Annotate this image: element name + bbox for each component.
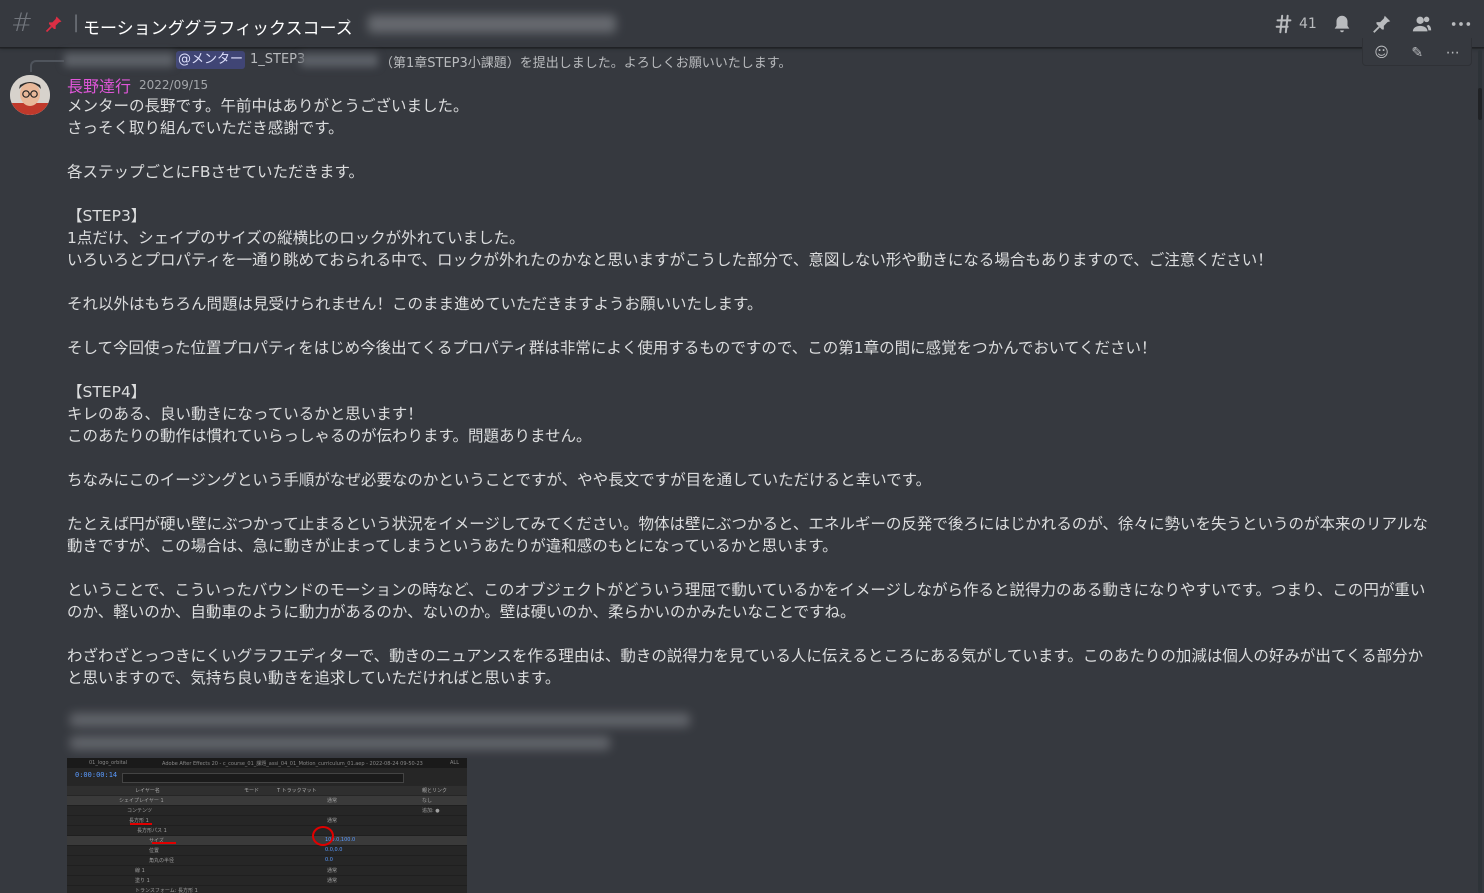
ae-tab-bar: 01_logo_orbital Adobe After Effects 20 -… bbox=[67, 758, 467, 768]
ae-layer-mode: 通常 bbox=[327, 868, 338, 874]
threads-count: 41 bbox=[1299, 16, 1317, 32]
message-line: わざわざとっつきにくいグラフエディターで、動きのニュアンスを作る理由は、動きの説… bbox=[67, 647, 1424, 687]
message-timestamp: 2022/09/15 bbox=[139, 78, 209, 92]
add-reaction-icon[interactable]: ☺ bbox=[1374, 45, 1389, 61]
message-line: このあたりの動作は慣れていらっしゃるのが伝わります。問題ありません。 bbox=[67, 427, 592, 445]
bell-icon[interactable] bbox=[1331, 13, 1353, 35]
ae-layer-name: 角丸の半径 bbox=[149, 858, 175, 864]
ae-layer-row: 長方形 1 通常 bbox=[67, 816, 467, 826]
message-content: メンターの長野です。午前中はありがとうございました。 さっそく取り組んでいただき感… bbox=[67, 95, 1437, 689]
message-line: 1点だけ、シェイプのサイズの縦横比のロックが外れていました。 bbox=[67, 229, 525, 247]
ae-layer-row: サイズ 100.0,100.0 bbox=[67, 836, 467, 846]
message-line: さっそく取り組んでいただき感謝です。 bbox=[67, 119, 344, 137]
attachment-image[interactable]: 01_logo_orbital Adobe After Effects 20 -… bbox=[67, 758, 467, 893]
ae-layer-name: コンテンツ bbox=[127, 808, 153, 814]
ae-layer-row: 位置 0.0,0.0 bbox=[67, 846, 467, 856]
pin-icon bbox=[45, 16, 62, 33]
annotation-circle bbox=[312, 826, 334, 846]
message-line: それ以外はもちろん問題は見受けられません！このまま進めていただきますようお願いい… bbox=[67, 295, 763, 313]
threads-button[interactable]: 41 bbox=[1273, 13, 1317, 35]
message-line: ちなみにこのイージングという手順がなぜ必要なのかということですが、やや長文ですが… bbox=[67, 471, 932, 489]
ae-col-track: T トラックマット bbox=[277, 788, 317, 794]
header-divider: | bbox=[73, 12, 80, 33]
ae-col-parent: 親とリンク bbox=[422, 788, 448, 794]
ae-col-mode: モード bbox=[244, 788, 260, 794]
ae-layer-row: コンテンツ 追加: ● bbox=[67, 806, 467, 816]
more-options-icon[interactable]: ⋯ bbox=[1446, 45, 1460, 61]
ae-layer-parent: 追加: ● bbox=[422, 808, 440, 814]
ae-tab: 01_logo_orbital bbox=[89, 760, 128, 766]
message-author[interactable]: 長野達行 bbox=[67, 73, 131, 97]
ae-layer-row: シェイプレイヤー 1 通常 なし bbox=[67, 796, 467, 806]
ae-layer-name: 塗り 1 bbox=[135, 878, 150, 884]
reply-text-suffix[interactable]: （第1章STEP3小課題）を提出しました。よろしくお願いいたします。 bbox=[380, 52, 792, 71]
ae-layer-parent: なし bbox=[422, 798, 433, 804]
ae-tab: ALL bbox=[450, 760, 459, 766]
ae-layer-mode: 通常 bbox=[327, 878, 338, 884]
ae-layer-mode: 0.0,0.0 bbox=[325, 847, 343, 853]
message-line: たとえば円が硬い壁にぶつかって止まるという状況をイメージしてみてください。物体は… bbox=[67, 515, 1428, 555]
ae-tab: Adobe After Effects 20 - c_course_01_課題_… bbox=[162, 761, 423, 767]
threads-icon bbox=[1275, 14, 1292, 34]
members-icon[interactable] bbox=[1410, 13, 1434, 35]
ae-col-layer: レイヤー名 bbox=[135, 788, 160, 794]
ae-layer-name: 長方形パス 1 bbox=[137, 828, 167, 834]
ae-layer-name: トランスフォーム: 長方形 1 bbox=[135, 888, 198, 893]
message-action-bar[interactable]: ☺ ✎ ⋯ bbox=[1362, 38, 1472, 66]
reply-mention[interactable]: @メンター bbox=[176, 51, 246, 69]
scrollbar-thumb[interactable] bbox=[1478, 88, 1482, 120]
message-line: 【STEP3】 bbox=[67, 207, 147, 225]
annotation-underline bbox=[152, 842, 176, 844]
ae-layer-mode: 通常 bbox=[327, 818, 338, 824]
message-line: 各ステップごとにFBさせていただきます。 bbox=[67, 163, 365, 181]
reply-spine bbox=[30, 60, 64, 72]
edit-icon[interactable]: ✎ bbox=[1411, 45, 1423, 61]
channel-topic-blurred bbox=[368, 15, 616, 33]
ae-layer-rows: シェイプレイヤー 1 通常 なしコンテンツ 追加: ● 長方形 1 通常長方形パス 1 サイ… bbox=[67, 796, 467, 893]
message-line: いろいろとプロパティを一通り眺めておられる中で、ロックが外れたのかなと思いますが… bbox=[67, 251, 1273, 269]
reply-author-blurred bbox=[64, 53, 174, 67]
message-line: キレのある、良い動きになっているかと思います！ bbox=[67, 405, 423, 423]
ae-search-field bbox=[122, 773, 404, 783]
hashtag-icon: # bbox=[11, 8, 33, 38]
ae-layer-name: 位置 bbox=[149, 848, 160, 854]
blurred-text-line bbox=[70, 736, 610, 750]
ae-layer-row: 長方形パス 1 bbox=[67, 826, 467, 836]
message-line: そして今回使った位置プロパティをはじめ今後出てくるプロパティ群は非常によく使用す… bbox=[67, 339, 1157, 357]
annotation-underline bbox=[130, 823, 152, 825]
pin-header-icon[interactable] bbox=[1371, 13, 1393, 35]
blurred-text-line bbox=[70, 713, 690, 727]
reply-text-prefix[interactable]: 1_STEP3 bbox=[250, 52, 305, 67]
ae-layer-name: 線 1 bbox=[135, 868, 145, 874]
channel-name[interactable]: モーションググラフィックスコース bbox=[83, 14, 353, 39]
ae-layer-row: 角丸の半径 0.0 bbox=[67, 856, 467, 866]
ae-layer-mode: 0.0 bbox=[325, 857, 333, 863]
ae-column-header: レイヤー名 モード T トラックマット 親とリンク bbox=[67, 786, 467, 795]
chevron-right-icon[interactable]: › bbox=[346, 14, 352, 30]
ae-layer-row: トランスフォーム: 長方形 1 bbox=[67, 886, 467, 893]
avatar[interactable] bbox=[10, 75, 50, 115]
more-icon[interactable] bbox=[1450, 13, 1472, 35]
message-line: ということで、こういったバウンドのモーションの時など、このオブジェクトがどういう… bbox=[67, 581, 1426, 621]
ae-layer-row: 線 1 通常 bbox=[67, 866, 467, 876]
ae-layer-row: 塗り 1 通常 bbox=[67, 876, 467, 886]
scrollbar-track[interactable] bbox=[1478, 50, 1482, 893]
channel-header: # | モーションググラフィックスコース › 41 bbox=[0, 0, 1484, 48]
ae-layer-name: シェイプレイヤー 1 bbox=[119, 798, 164, 804]
message-line: メンターの長野です。午前中はありがとうございました。 bbox=[67, 97, 469, 115]
ae-timecode: 0:00:00:14 bbox=[75, 771, 118, 779]
message-line: 【STEP4】 bbox=[67, 383, 147, 401]
reply-text-blurred bbox=[300, 54, 378, 67]
ae-layer-mode: 通常 bbox=[327, 798, 338, 804]
